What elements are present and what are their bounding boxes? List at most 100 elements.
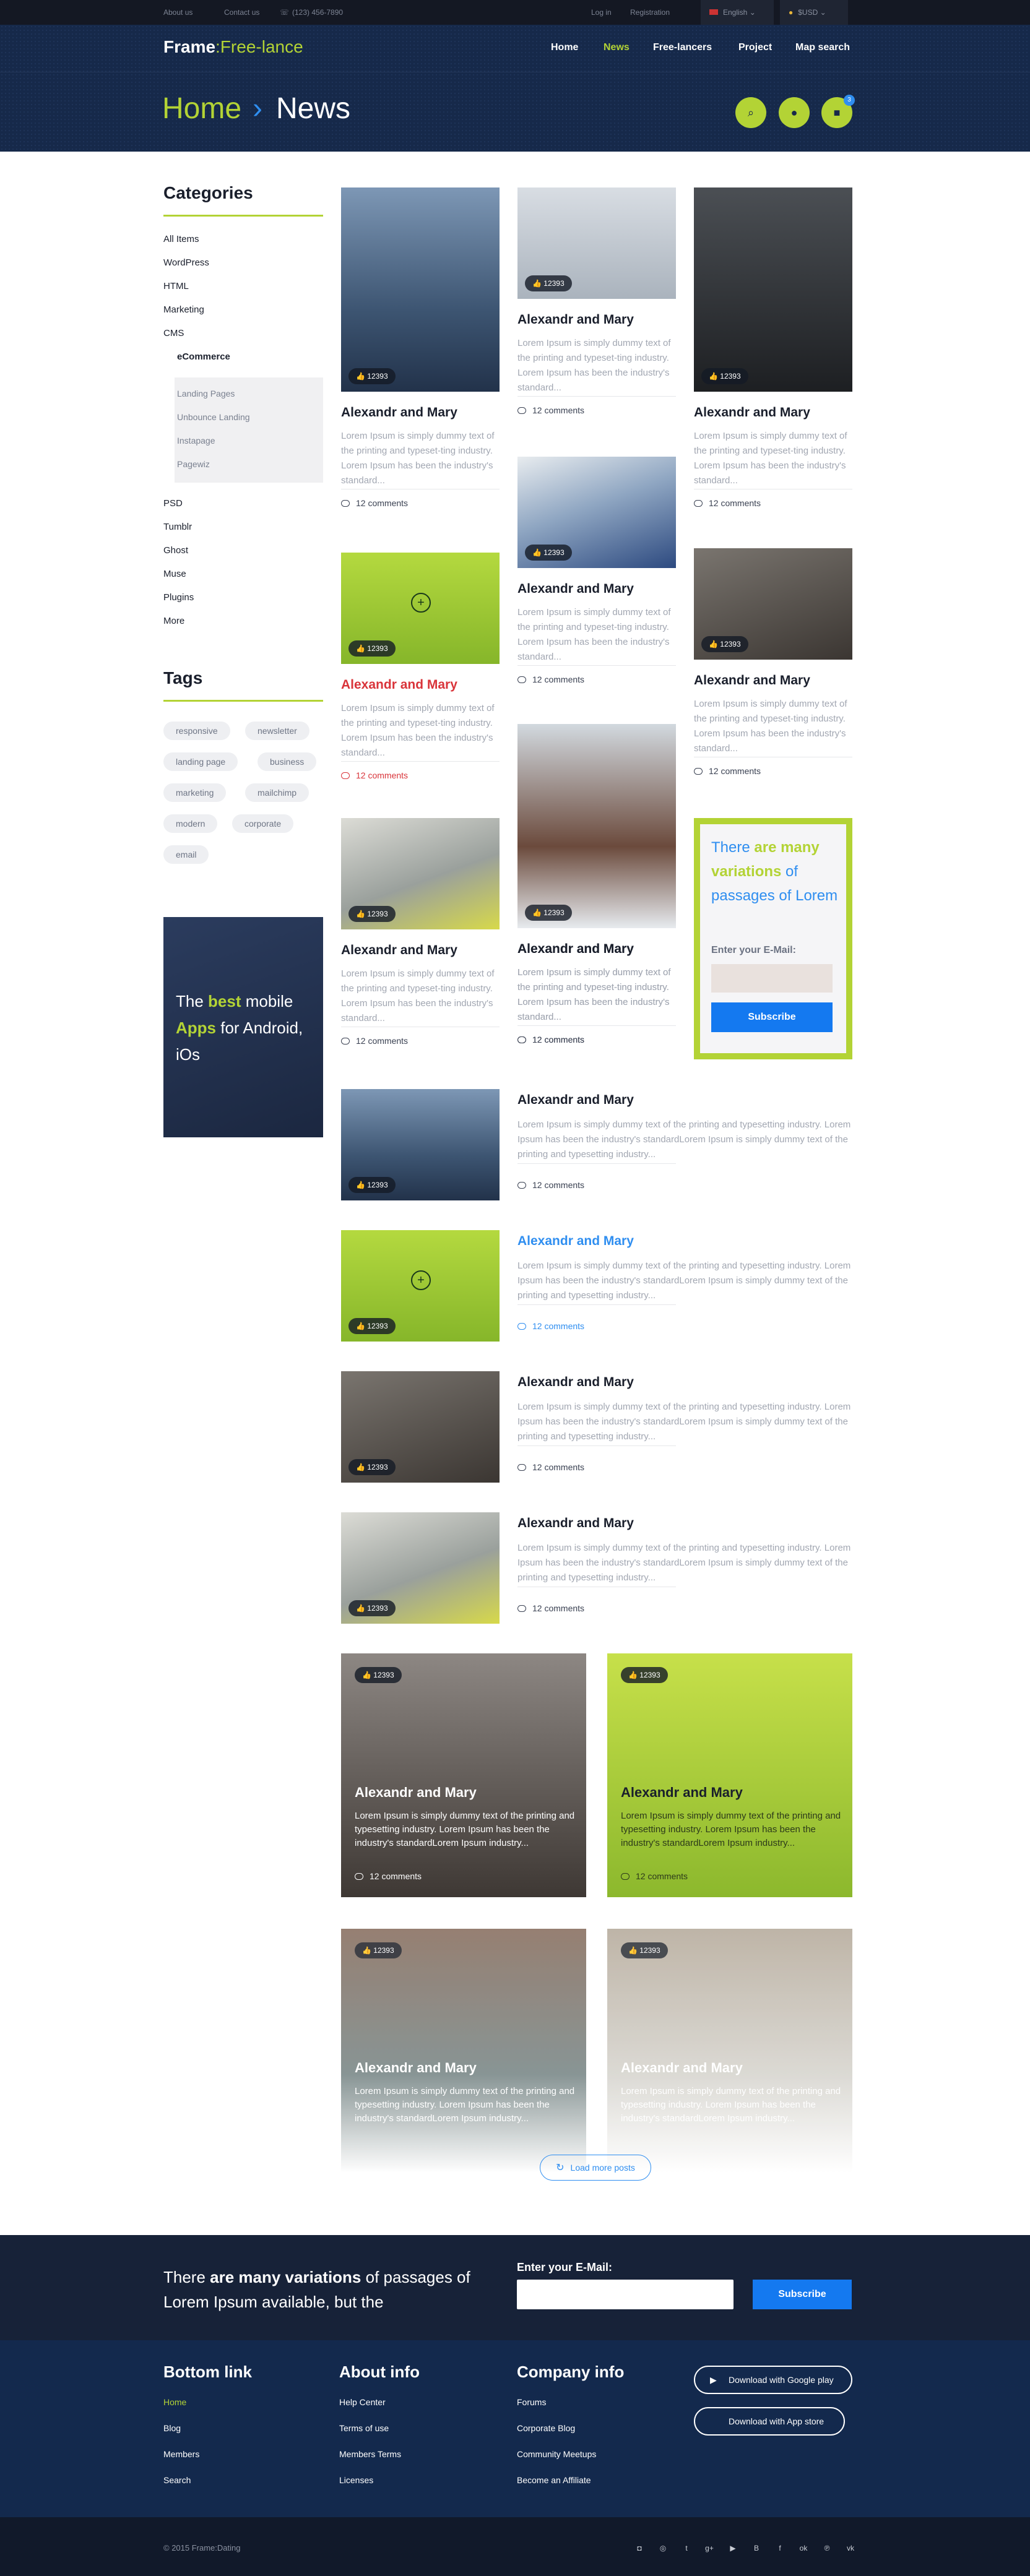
post-comments-link[interactable]: 12 comments (517, 405, 584, 415)
post-comments-link[interactable]: 12 comments (694, 766, 761, 776)
post-image[interactable]: 👍 12393 (694, 187, 852, 392)
likes-badge[interactable]: 👍 12393 (348, 640, 396, 657)
post-comments-link[interactable]: 12 comments (517, 1180, 584, 1190)
subscribe-band-button[interactable]: Subscribe (753, 2280, 852, 2309)
google-plus-icon[interactable]: g+ (704, 2543, 714, 2553)
likes-badge[interactable]: 👍 12393 (525, 545, 572, 561)
featured-post-card[interactable]: 👍 12393 Alexandr and Mary Lorem Ipsum is s… (341, 1929, 586, 2173)
tag-email[interactable]: email (163, 845, 209, 864)
post-image[interactable]: 👍 12393 (517, 187, 676, 299)
tag-modern[interactable]: modern (163, 814, 218, 833)
pinterest-icon[interactable]: ℗ (822, 2543, 832, 2553)
load-more-button[interactable]: ↻ Load more posts (540, 2155, 651, 2181)
currency-select[interactable]: ● $USD ⌄ (780, 0, 848, 25)
post-title[interactable]: Alexandr and Mary (517, 1516, 634, 1531)
post-title[interactable]: Alexandr and Mary (517, 1375, 634, 1390)
likes-badge[interactable]: 👍 12393 (701, 636, 748, 652)
footer-link-meetups[interactable]: Community Meetups (517, 2449, 596, 2459)
post-image[interactable]: 👍 12393 (341, 1371, 500, 1483)
featured-post-card[interactable]: 👍 12393 Alexandr and Mary Lorem Ipsum is s… (607, 1653, 852, 1897)
featured-post-card[interactable]: 👍 12393 Alexandr and Mary Lorem Ipsum is s… (341, 1653, 586, 1897)
contact-link[interactable]: Contact us (224, 8, 259, 17)
post-image[interactable]: 👍 12393 (341, 1089, 500, 1200)
post-comments-link[interactable]: 12 comments (517, 1035, 584, 1045)
footer-link-home[interactable]: Home (163, 2397, 186, 2407)
nav-freelancers[interactable]: Free-lancers (653, 42, 712, 53)
tag-corporate[interactable]: corporate (232, 814, 294, 833)
vk-icon[interactable]: vk (846, 2543, 855, 2553)
category-wordpress[interactable]: WordPress (163, 257, 209, 268)
likes-badge[interactable]: 👍 12393 (621, 1667, 668, 1683)
footer-link-members-terms[interactable]: Members Terms (339, 2449, 401, 2459)
featured-post-title[interactable]: Alexandr and Mary (355, 1785, 477, 1801)
nav-project[interactable]: Project (738, 42, 772, 53)
blogger-icon[interactable]: B (751, 2543, 761, 2553)
post-title[interactable]: Alexandr and Mary (341, 405, 457, 420)
subcategory-landing-pages[interactable]: Landing Pages (177, 389, 235, 398)
logo[interactable]: Frame:Free-lance (163, 37, 303, 57)
post-image[interactable]: 👍 12393 (341, 818, 500, 929)
post-title[interactable]: Alexandr and Mary (517, 312, 634, 327)
post-title[interactable]: Alexandr and Mary (517, 1234, 634, 1249)
footer-link-affiliate[interactable]: Become an Affiliate (517, 2475, 591, 2485)
category-plugins[interactable]: Plugins (163, 592, 194, 603)
language-select[interactable]: English ⌄ (701, 0, 774, 25)
likes-badge[interactable]: 👍 12393 (348, 368, 396, 384)
post-image[interactable]: 👍 12393 (517, 457, 676, 568)
subcategory-pagewiz[interactable]: Pagewiz (177, 459, 210, 469)
post-title[interactable]: Alexandr and Mary (517, 1093, 634, 1108)
likes-badge[interactable]: 👍 12393 (355, 1942, 402, 1958)
post-title[interactable]: Alexandr and Mary (341, 943, 457, 958)
post-comments-link[interactable]: 12 comments (517, 674, 584, 684)
tag-marketing[interactable]: marketing (163, 783, 227, 802)
subcategory-instapage[interactable]: Instapage (177, 436, 215, 446)
google-play-button[interactable]: ▶ Download with Google play (694, 2366, 852, 2394)
likes-badge[interactable]: 👍 12393 (348, 1177, 396, 1193)
featured-post-title[interactable]: Alexandr and Mary (355, 2060, 477, 2076)
category-ecommerce[interactable]: eCommerce (177, 351, 230, 362)
footer-link-licenses[interactable]: Licenses (339, 2475, 373, 2485)
tag-landing-page[interactable]: landing page (163, 752, 238, 771)
tag-responsive[interactable]: responsive (163, 722, 230, 740)
likes-badge[interactable]: 👍 12393 (701, 368, 748, 384)
post-comments-link[interactable]: 12 comments (694, 498, 761, 508)
category-muse[interactable]: Muse (163, 569, 186, 579)
post-title[interactable]: Alexandr and Mary (694, 405, 810, 420)
category-html[interactable]: HTML (163, 281, 189, 291)
subscribe-band-email-input[interactable] (517, 2280, 734, 2309)
post-image[interactable]: 👍 12393 (341, 1512, 500, 1624)
footer-link-help[interactable]: Help Center (339, 2397, 386, 2407)
likes-badge[interactable]: 👍 12393 (525, 905, 572, 921)
post-title[interactable]: Alexandr and Mary (517, 582, 634, 597)
footer-link-blog[interactable]: Blog (163, 2423, 181, 2433)
category-ghost[interactable]: Ghost (163, 545, 188, 556)
zoom-icon[interactable]: + (411, 593, 431, 613)
likes-badge[interactable]: 👍 12393 (525, 275, 572, 291)
nav-news[interactable]: News (604, 42, 630, 53)
post-comments-link[interactable]: 12 comments (621, 1871, 688, 1881)
post-image[interactable]: + 👍 12393 (341, 553, 500, 664)
search-button[interactable]: ⌕ (735, 97, 766, 128)
category-cms[interactable]: CMS (163, 328, 184, 338)
likes-badge[interactable]: 👍 12393 (348, 1318, 396, 1334)
facebook-icon[interactable]: f (775, 2543, 785, 2553)
featured-post-title[interactable]: Alexandr and Mary (621, 1785, 743, 1801)
post-comments-link[interactable]: 12 comments (341, 770, 408, 780)
post-comments-link[interactable]: 12 comments (341, 1036, 408, 1046)
likes-badge[interactable]: 👍 12393 (348, 906, 396, 922)
zoom-icon[interactable]: + (411, 1270, 431, 1290)
breadcrumb-home[interactable]: Home (162, 92, 241, 126)
post-image[interactable]: + 👍 12393 (341, 1230, 500, 1342)
post-comments-link[interactable]: 12 comments (517, 1321, 584, 1331)
category-marketing[interactable]: Marketing (163, 304, 204, 315)
dribbble-icon[interactable]: ◎ (658, 2543, 668, 2553)
post-title[interactable]: Alexandr and Mary (341, 678, 457, 692)
post-image[interactable]: 👍 12393 (517, 724, 676, 928)
nav-home[interactable]: Home (551, 42, 578, 53)
footer-link-search[interactable]: Search (163, 2475, 191, 2485)
likes-badge[interactable]: 👍 12393 (348, 1459, 396, 1475)
post-comments-link[interactable]: 12 comments (517, 1462, 584, 1472)
category-more[interactable]: More (163, 616, 184, 626)
likes-badge[interactable]: 👍 12393 (621, 1942, 668, 1958)
featured-post-title[interactable]: Alexandr and Mary (621, 2060, 743, 2076)
